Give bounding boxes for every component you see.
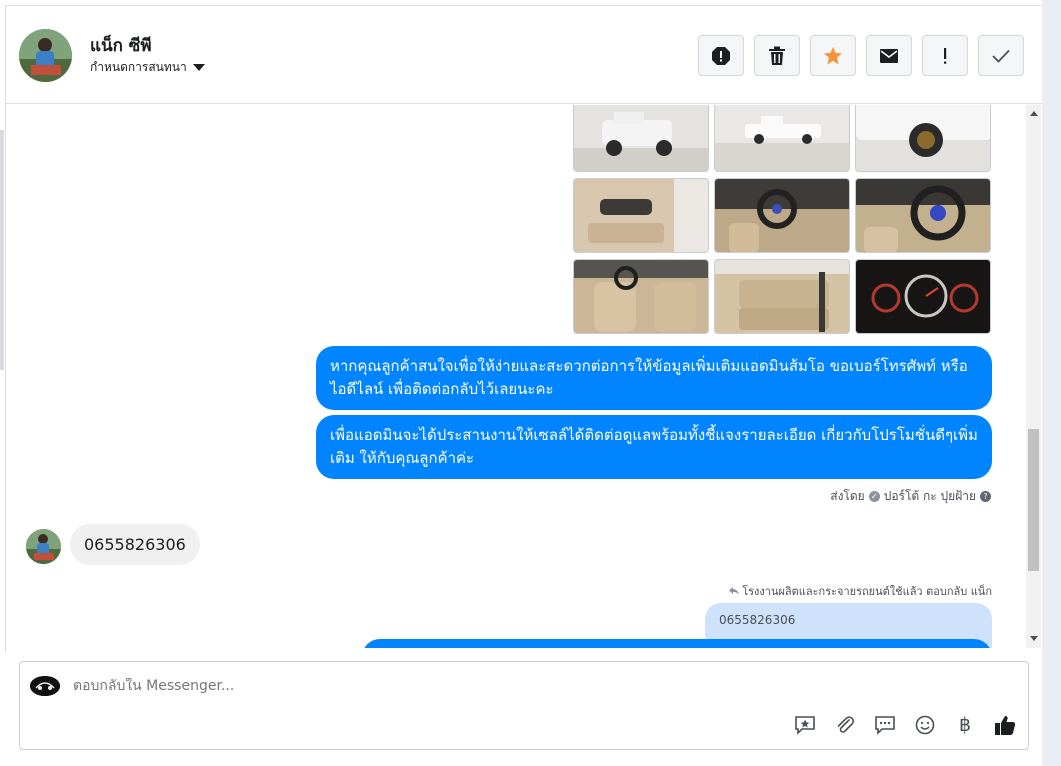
incoming-message-bubble[interactable]: 0655826306 [70, 524, 200, 565]
exclamation-icon [944, 47, 947, 64]
star-icon [824, 46, 842, 64]
thumbs-up-icon [995, 716, 1016, 735]
saved-reply-button[interactable] [794, 714, 816, 736]
messenger-inbox-window: แน็ก ซีพี กำหนดการสนทนา หากคุณลูกค้าสนใจ… [0, 0, 1061, 766]
composer-toolbar: ฿ [794, 714, 1016, 736]
outgoing-message-bubble-partial[interactable] [362, 639, 992, 648]
reply-context: โรงงานผลิตและกระจายรถยนต์ใช้แล้ว ตอบกลับ… [729, 582, 992, 600]
mark-spam-button[interactable] [698, 35, 744, 76]
trash-icon [769, 46, 785, 65]
outgoing-message-bubble[interactable]: เพื่อแอดมินจะได้ประสานงานให้เซลล์ได้ติดต… [316, 415, 992, 479]
payment-button[interactable]: ฿ [954, 714, 976, 736]
photo-door-panel[interactable] [573, 178, 709, 253]
photo-dashboard-gauges[interactable] [855, 259, 991, 334]
photo-cabin-interior[interactable] [714, 178, 850, 253]
photo-steering-wheel[interactable] [855, 178, 991, 253]
sent-by-label: ส่งโดย ✓ ปอร์โต้ กะ ปุยฝ้าย ? [830, 487, 991, 506]
check-circle-icon: ✓ [868, 491, 880, 502]
star-button[interactable] [810, 35, 856, 76]
photo-truck-side[interactable] [714, 105, 850, 172]
scroll-up-arrow-icon[interactable] [1030, 111, 1038, 116]
sent-by-prefix: ส่งโดย [830, 489, 865, 503]
envelope-icon [880, 48, 898, 63]
left-scroll-indicator [0, 130, 4, 370]
photo-front-seats[interactable] [573, 259, 709, 334]
shared-photo-grid [573, 105, 991, 334]
alert-circle-icon [712, 46, 730, 65]
checkmark-icon [992, 49, 1010, 63]
follow-up-button[interactable] [922, 35, 968, 76]
message-thread: หากคุณลูกค้าสนใจเพื่อให้ง่ายและสะดวกต่อก… [6, 105, 1026, 648]
send-like-button[interactable] [994, 714, 1016, 736]
baht-icon: ฿ [958, 714, 972, 736]
conversation-toolbar [698, 35, 1024, 76]
mark-unread-button[interactable] [866, 35, 912, 76]
scroll-down-arrow-icon[interactable] [1030, 636, 1038, 641]
outgoing-message-bubble[interactable]: หากคุณลูกค้าสนใจเพื่อให้ง่ายและสะดวกต่อก… [316, 346, 992, 410]
saved-reply-icon [795, 716, 815, 735]
emoji-icon [915, 715, 935, 735]
thread-scrollbar[interactable] [1026, 105, 1041, 648]
contact-avatar[interactable] [19, 29, 72, 82]
page-avatar [30, 676, 60, 696]
photo-truck-wheel[interactable] [855, 105, 991, 172]
caret-down-icon [192, 64, 205, 71]
attach-file-button[interactable] [834, 714, 856, 736]
attachment-icon [837, 716, 854, 733]
message-composer: ฿ [19, 661, 1029, 750]
mark-done-button[interactable] [978, 35, 1024, 76]
assign-conversation-label: กำหนดการสนทนา [90, 60, 187, 74]
conversation-header: แน็ก ซีพี กำหนดการสนทนา [6, 6, 1042, 104]
photo-rear-bench[interactable] [714, 259, 850, 334]
photo-truck-front[interactable] [573, 105, 709, 172]
contact-name: แน็ก ซีพี [90, 36, 152, 56]
right-edge-strip [1042, 0, 1061, 766]
reply-input[interactable] [73, 678, 673, 694]
delete-button[interactable] [754, 35, 800, 76]
help-icon[interactable]: ? [980, 491, 991, 502]
reply-arrow-icon [729, 587, 740, 595]
contact-avatar-small[interactable] [26, 529, 61, 564]
assign-conversation-dropdown[interactable]: กำหนดการสนทนา [90, 58, 205, 77]
scrollbar-thumb[interactable] [1028, 429, 1039, 571]
reply-context-text: โรงงานผลิตและกระจายรถยนต์ใช้แล้ว ตอบกลับ… [742, 585, 992, 598]
quick-replies-button[interactable] [874, 714, 896, 736]
emoji-button[interactable] [914, 714, 936, 736]
sent-by-name: ปอร์โต้ กะ ปุยฝ้าย [883, 489, 976, 503]
chat-bubble-icon [875, 716, 895, 735]
